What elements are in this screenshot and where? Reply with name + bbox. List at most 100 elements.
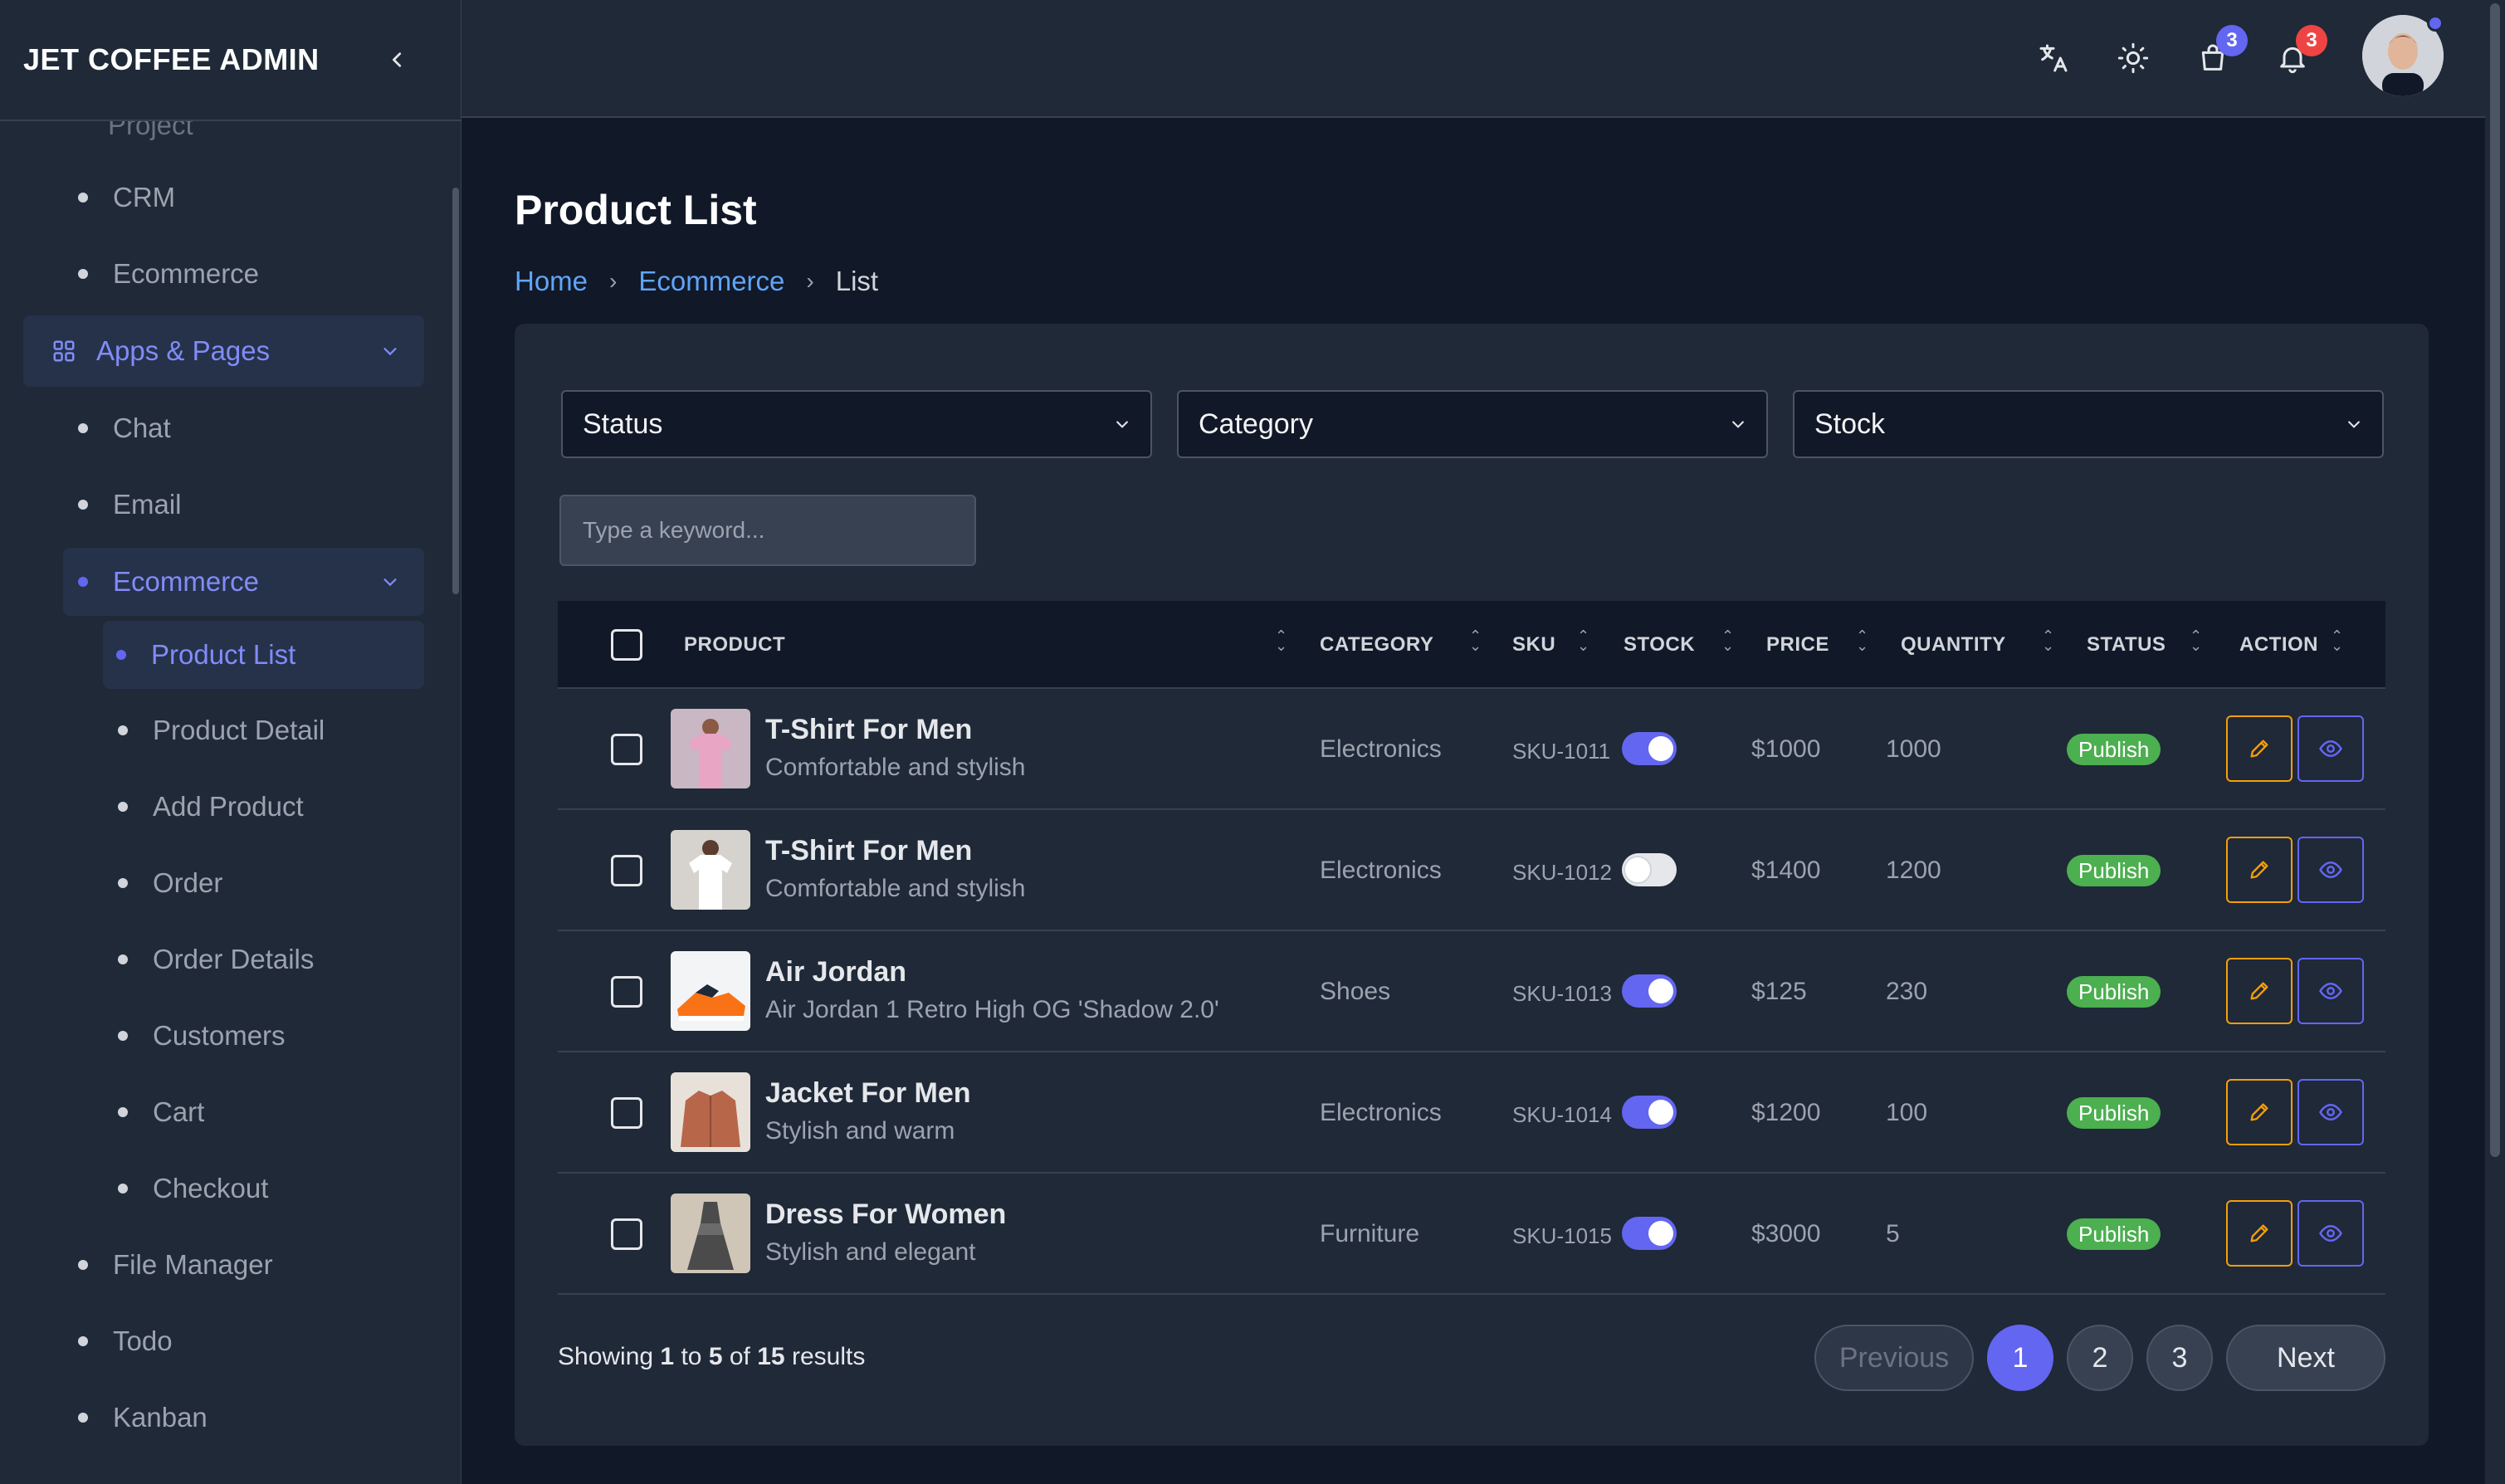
previous-page-button[interactable]: Previous	[1814, 1325, 1974, 1391]
theme-toggle-button[interactable]	[2113, 38, 2153, 78]
notifications-button[interactable]: 3	[2273, 25, 2327, 78]
page-scrollbar[interactable]	[2485, 0, 2505, 1484]
product-quantity: 5	[1886, 1220, 1900, 1247]
edit-button[interactable]	[2226, 958, 2293, 1024]
sidebar-scrollbar[interactable]	[452, 188, 459, 594]
keyword-search-input[interactable]	[559, 495, 976, 566]
column-header-price[interactable]: PRICE	[1766, 601, 1829, 689]
sort-icon[interactable]: ⌃ ⌄	[1577, 628, 1589, 653]
sidebar-item-todo[interactable]: Todo	[0, 1303, 461, 1379]
sidebar-item-product-detail[interactable]: Product Detail	[0, 692, 461, 769]
sidebar-item-chat[interactable]: Chat	[0, 390, 461, 466]
view-button[interactable]	[2297, 1200, 2364, 1267]
sidebar-group-apps-pages[interactable]: Apps & Pages	[23, 315, 424, 387]
select-all-checkbox[interactable]	[611, 629, 642, 661]
product-sku: SKU-1012	[1512, 860, 1612, 885]
sidebar-item-project-partial[interactable]: Project	[0, 121, 461, 159]
sidebar-item-kanban[interactable]: Kanban	[0, 1379, 461, 1456]
sidebar-item-order[interactable]: Order	[0, 845, 461, 921]
sidebar-item-customers[interactable]: Customers	[0, 998, 461, 1074]
bullet-icon	[78, 1260, 88, 1270]
page-3-button[interactable]: 3	[2146, 1325, 2213, 1391]
page-2-button[interactable]: 2	[2067, 1325, 2133, 1391]
eye-icon	[2319, 740, 2342, 758]
sidebar-item-cart[interactable]: Cart	[0, 1074, 461, 1150]
product-name[interactable]: T-Shirt For Men	[765, 714, 972, 746]
column-header-sku[interactable]: SKU	[1512, 601, 1555, 689]
sidebar-item-add-product[interactable]: Add Product	[0, 769, 461, 845]
row-checkbox[interactable]	[611, 734, 642, 765]
view-button[interactable]	[2297, 958, 2364, 1024]
sidebar-group-ecommerce[interactable]: Ecommerce	[63, 548, 424, 616]
user-avatar[interactable]	[2362, 15, 2444, 98]
online-status-dot	[2427, 15, 2444, 32]
product-name[interactable]: T-Shirt For Men	[765, 835, 972, 867]
sidebar-group-label: Ecommerce	[113, 566, 260, 597]
product-name[interactable]: Dress For Women	[765, 1198, 1006, 1231]
page-1-button[interactable]: 1	[1987, 1325, 2053, 1391]
stock-toggle[interactable]	[1622, 1217, 1677, 1250]
breadcrumb-home-link[interactable]: Home	[515, 266, 588, 297]
sidebar-item-label: Order Details	[153, 944, 315, 974]
stock-filter-select[interactable]: Stock	[1793, 390, 2384, 458]
row-checkbox[interactable]	[611, 1097, 642, 1129]
breadcrumb-ecommerce-link[interactable]: Ecommerce	[638, 266, 784, 297]
sort-icon[interactable]: ⌃ ⌄	[2042, 628, 2054, 653]
sidebar-item-ecommerce-dashboard[interactable]: Ecommerce	[0, 236, 461, 312]
sort-icon[interactable]: ⌃ ⌄	[1856, 628, 1868, 653]
sort-icon[interactable]: ⌃ ⌄	[2190, 628, 2202, 653]
collapse-sidebar-button[interactable]	[381, 43, 414, 76]
dress-image-icon	[671, 1194, 750, 1273]
edit-button[interactable]	[2226, 837, 2293, 903]
column-header-product[interactable]: PRODUCT	[684, 601, 785, 689]
breadcrumb-current: List	[835, 266, 879, 296]
sort-icon[interactable]: ⌃ ⌄	[1721, 628, 1734, 653]
view-button[interactable]	[2297, 715, 2364, 782]
category-filter-select[interactable]: Category	[1177, 390, 1768, 458]
sidebar: JET COFFEE ADMIN Project CRM Ecommerce A…	[0, 0, 461, 1484]
brand-logo-text[interactable]: JET COFFEE ADMIN	[23, 42, 320, 77]
edit-button[interactable]	[2226, 1200, 2293, 1267]
sort-icon[interactable]: ⌃ ⌄	[1469, 628, 1482, 653]
summary-to: 5	[708, 1343, 723, 1370]
table-row: Dress For Women Stylish and elegant Furn…	[558, 1174, 2385, 1295]
row-checkbox[interactable]	[611, 855, 642, 886]
column-header-status[interactable]: STATUS	[2087, 601, 2166, 689]
page-title: Product List	[515, 187, 757, 233]
row-checkbox[interactable]	[611, 1218, 642, 1250]
sidebar-item-crm[interactable]: CRM	[0, 159, 461, 236]
stock-toggle[interactable]	[1622, 974, 1677, 1008]
stock-toggle[interactable]	[1622, 1096, 1677, 1129]
cart-button[interactable]: 3	[2193, 25, 2248, 78]
sidebar-item-order-details[interactable]: Order Details	[0, 921, 461, 998]
product-name[interactable]: Air Jordan	[765, 956, 906, 989]
sidebar-item-checkout[interactable]: Checkout	[0, 1150, 461, 1227]
language-button[interactable]	[2034, 38, 2073, 78]
column-header-quantity[interactable]: QUANTITY	[1901, 601, 2006, 689]
notifications-count-badge: 3	[2296, 25, 2327, 56]
column-header-category[interactable]: CATEGORY	[1320, 601, 1433, 689]
view-button[interactable]	[2297, 1079, 2364, 1145]
view-button[interactable]	[2297, 837, 2364, 903]
edit-button[interactable]	[2226, 715, 2293, 782]
sidebar-item-file-manager[interactable]: File Manager	[0, 1227, 461, 1303]
bullet-icon	[78, 1413, 88, 1423]
stock-toggle[interactable]	[1622, 732, 1677, 765]
sidebar-item-email[interactable]: Email	[0, 466, 461, 543]
row-checkbox[interactable]	[611, 976, 642, 1008]
pencil-icon	[2250, 740, 2268, 758]
column-header-stock[interactable]: STOCK	[1624, 601, 1695, 689]
edit-button[interactable]	[2226, 1079, 2293, 1145]
pencil-icon	[2250, 861, 2268, 879]
sidebar-item-product-list[interactable]: Product List	[103, 621, 424, 689]
page-scrollbar-thumb[interactable]	[2490, 3, 2500, 1157]
sort-icon[interactable]: ⌃ ⌄	[2331, 628, 2343, 653]
status-filter-select[interactable]: Status	[561, 390, 1152, 458]
sort-icon[interactable]: ⌃ ⌄	[1275, 628, 1287, 653]
chevron-down-icon	[2348, 421, 2360, 428]
product-name[interactable]: Jacket For Men	[765, 1077, 971, 1110]
next-page-button[interactable]: Next	[2226, 1325, 2385, 1391]
sidebar-item-label: Product List	[151, 639, 296, 670]
summary-to-word: to	[681, 1343, 702, 1370]
stock-toggle[interactable]	[1622, 853, 1677, 886]
